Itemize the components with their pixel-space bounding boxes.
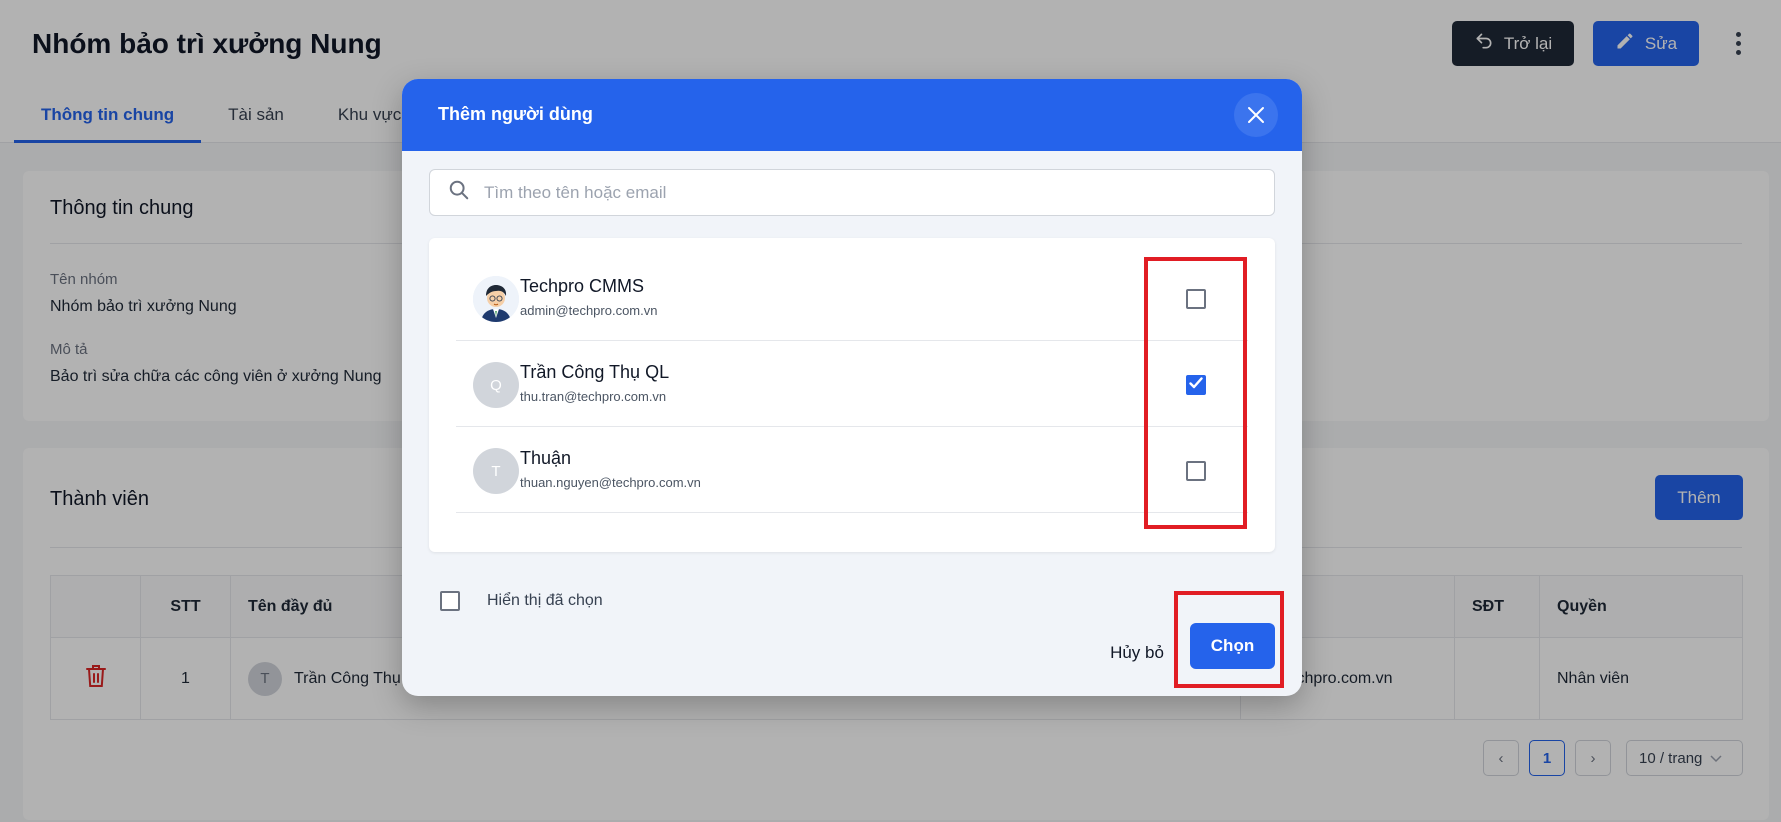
cancel-button[interactable]: Hủy bỏ bbox=[1102, 633, 1172, 673]
list-item[interactable]: T Thuận thuan.nguyen@techpro.com.vn bbox=[456, 427, 1248, 513]
checkbox-highlight-box bbox=[1144, 257, 1247, 529]
user-name: Trần Công Thụ QL bbox=[520, 362, 670, 382]
search-field[interactable] bbox=[429, 169, 1275, 216]
avatar: T bbox=[473, 448, 519, 494]
show-selected-checkbox[interactable] bbox=[440, 591, 460, 611]
modal-header: Thêm người dùng bbox=[402, 79, 1302, 151]
search-input[interactable] bbox=[484, 182, 1244, 203]
avatar bbox=[473, 276, 519, 322]
show-selected-toggle[interactable]: Hiển thị đã chọn bbox=[440, 591, 603, 611]
user-email: thuan.nguyen@techpro.com.vn bbox=[520, 475, 701, 490]
choose-button-highlight-box bbox=[1174, 591, 1284, 688]
list-item[interactable]: Techpro CMMS admin@techpro.com.vn bbox=[456, 255, 1248, 341]
list-item[interactable]: Q Trần Công Thụ QL thu.tran@techpro.com.… bbox=[456, 341, 1248, 427]
add-user-modal: Thêm người dùng Tìm theo tên hoặc email … bbox=[402, 79, 1302, 696]
user-email: thu.tran@techpro.com.vn bbox=[520, 389, 667, 404]
close-icon[interactable] bbox=[1234, 93, 1278, 137]
modal-title: Thêm người dùng bbox=[438, 104, 593, 124]
avatar: Q bbox=[473, 362, 519, 408]
user-name: Thuận bbox=[520, 448, 572, 468]
search-icon bbox=[448, 179, 470, 206]
show-selected-label: Hiển thị đã chọn bbox=[487, 592, 603, 609]
user-name: Techpro CMMS bbox=[520, 276, 645, 296]
user-email: admin@techpro.com.vn bbox=[520, 303, 658, 318]
